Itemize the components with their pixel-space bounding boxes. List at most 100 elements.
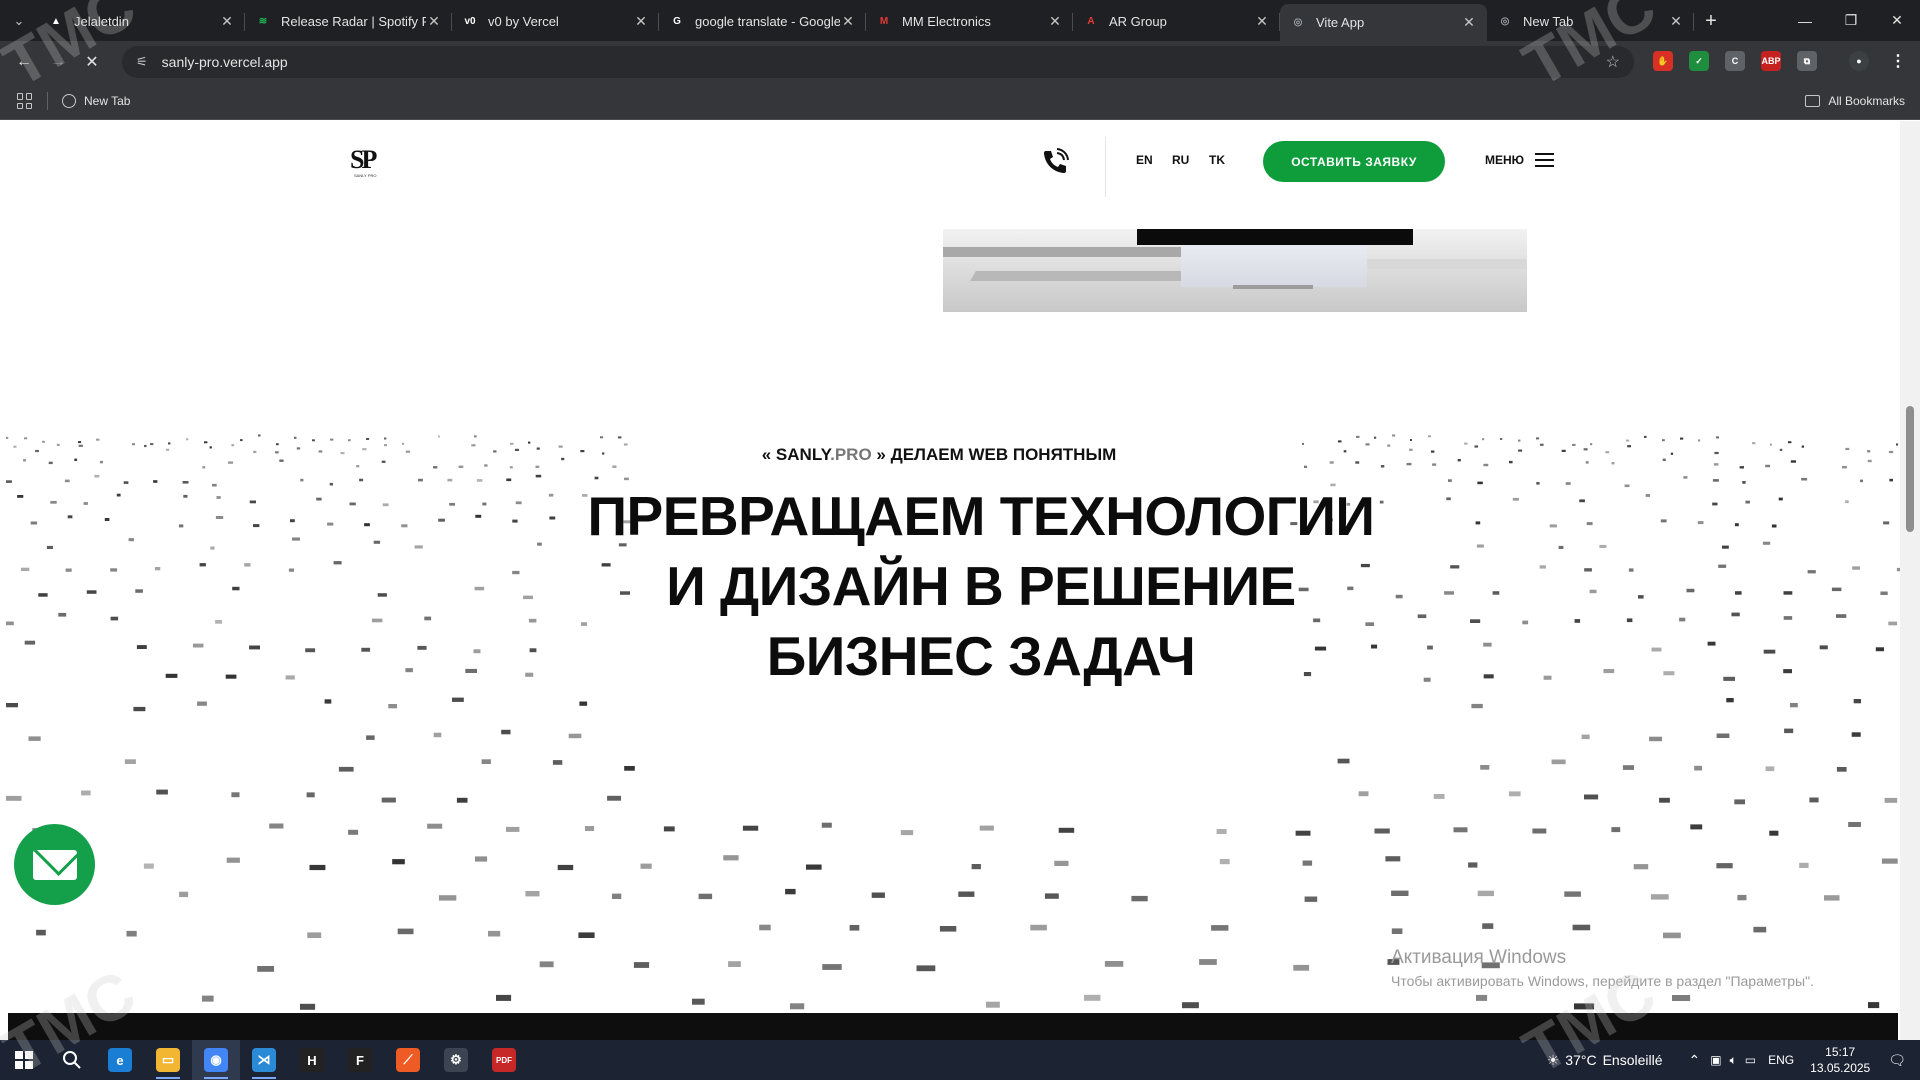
taskbar-app-button[interactable]: ▭: [144, 1040, 192, 1080]
all-bookmarks-button[interactable]: All Bookmarks: [1805, 94, 1905, 108]
grid-dot: [1663, 932, 1681, 939]
grid-dot: [1536, 437, 1540, 440]
search-button[interactable]: [48, 1040, 96, 1080]
grid-dot: [366, 735, 375, 740]
browser-tab[interactable]: ◎ Vite App ✕: [1280, 4, 1487, 41]
browser-tab[interactable]: ≋ Release Radar | Spotify Pl ✕: [245, 4, 452, 38]
tab-title: v0 by Vercel: [488, 13, 559, 29]
chevron-up-icon[interactable]: ⌃: [1689, 1052, 1701, 1069]
code-extension-icon[interactable]: C: [1725, 51, 1745, 71]
contact-mail-button[interactable]: [14, 824, 95, 905]
forward-button[interactable]: →: [44, 48, 72, 76]
scrollbar-thumb[interactable]: [1906, 406, 1914, 532]
grid-dot: [1851, 732, 1861, 737]
stop-loading-button[interactable]: ✕: [78, 48, 106, 76]
hamburger-menu-icon[interactable]: [1535, 153, 1554, 167]
grid-dot: [1622, 765, 1634, 770]
meet-now-icon[interactable]: ▣: [1710, 1053, 1721, 1067]
grid-dot: [640, 863, 652, 869]
weather-text[interactable]: Ensoleillé: [1603, 1052, 1663, 1068]
lang-ru[interactable]: RU: [1172, 153, 1189, 167]
browser-tab[interactable]: ▲ Jelaletdin ✕: [38, 4, 245, 38]
vscode-icon: ⋊: [252, 1048, 276, 1072]
tab-close-icon[interactable]: ✕: [1254, 13, 1270, 30]
taskbar-app-button[interactable]: e: [96, 1040, 144, 1080]
tab-close-icon[interactable]: ✕: [219, 13, 235, 30]
browser-tab[interactable]: v0 v0 by Vercel ✕: [452, 4, 659, 38]
tab-close-icon[interactable]: ✕: [1668, 13, 1684, 30]
bookmarks-divider: [47, 92, 48, 110]
abp-extension-icon[interactable]: ABP: [1761, 51, 1781, 71]
back-button[interactable]: ←: [10, 48, 38, 76]
language-indicator[interactable]: ENG: [1768, 1053, 1794, 1067]
grid-dot: [6, 703, 18, 708]
taskbar-app-button[interactable]: H: [288, 1040, 336, 1080]
grid-dot: [1358, 791, 1369, 797]
tab-title: Jelaletdin: [74, 13, 129, 29]
site-logo[interactable]: SP SANLY PRO: [350, 145, 386, 179]
tab-title: New Tab: [1523, 13, 1574, 29]
grid-dot: [600, 436, 604, 439]
grid-dot: [624, 766, 635, 771]
browser-menu-button[interactable]: ⋮: [1888, 51, 1908, 71]
grid-dot: [1216, 829, 1227, 834]
notification-icon[interactable]: 🗨︎: [1888, 1052, 1906, 1069]
grid-dot: [1881, 858, 1898, 864]
tab-close-icon[interactable]: ✕: [426, 13, 442, 30]
taskbar-app-button[interactable]: PDF: [480, 1040, 528, 1080]
site-info-icon[interactable]: ⚟: [136, 54, 148, 70]
browser-tab[interactable]: Ggoogle translate - Google ✕: [659, 4, 866, 38]
page-scrollbar[interactable]: [1900, 121, 1920, 1040]
tab-close-icon[interactable]: ✕: [840, 13, 856, 30]
browser-tab[interactable]: ◎ New Tab ✕: [1487, 4, 1694, 38]
taskbar-app-button[interactable]: ⚙: [432, 1040, 480, 1080]
submit-request-button[interactable]: ОСТАВИТЬ ЗАЯВКУ: [1263, 141, 1445, 182]
red-hand-extension-icon[interactable]: ✋: [1653, 51, 1673, 71]
tab-close-icon[interactable]: ✕: [1461, 14, 1477, 31]
bookmark-star-icon[interactable]: ☆: [1606, 52, 1620, 72]
tab-close-icon[interactable]: ✕: [1047, 13, 1063, 30]
apps-grid-icon[interactable]: [17, 93, 33, 109]
bookmark-new-tab[interactable]: New Tab: [62, 94, 130, 108]
volume-icon[interactable]: 🔈︎: [1730, 1053, 1737, 1068]
grid-dot: [1480, 765, 1490, 770]
envelope-icon: [32, 849, 77, 880]
shield-extension-icon[interactable]: ✓: [1689, 51, 1709, 71]
new-tab-button[interactable]: +: [1694, 4, 1728, 38]
minimize-button[interactable]: —: [1782, 0, 1828, 41]
grid-dot: [535, 465, 540, 468]
network-icon[interactable]: ▭: [1745, 1053, 1756, 1067]
lang-en[interactable]: EN: [1136, 153, 1153, 167]
start-button[interactable]: [0, 1040, 48, 1080]
menu-label[interactable]: МЕНЮ: [1485, 153, 1524, 167]
weather-icon[interactable]: ☀: [1547, 1052, 1560, 1069]
grid-dot: [958, 891, 975, 897]
close-window-button[interactable]: ✕: [1874, 0, 1920, 41]
phone-icon[interactable]: [1040, 147, 1070, 177]
taskbar-app-button[interactable]: ⟋: [384, 1040, 432, 1080]
browser-tab[interactable]: A AR Group ✕: [1073, 4, 1280, 38]
restore-button[interactable]: ❐: [1828, 0, 1874, 41]
tab-title: google translate - Google: [695, 13, 840, 29]
promo-image: [943, 229, 1527, 312]
weather-temp[interactable]: 37°C: [1565, 1052, 1596, 1068]
taskbar-app-button[interactable]: ◉: [192, 1040, 240, 1080]
logo-mark: SP: [350, 145, 377, 174]
grid-dot: [1842, 466, 1847, 469]
browser-tab[interactable]: M MM Electronics ✕: [866, 4, 1073, 38]
system-tray: ☀ 37°C Ensoleillé ⌃ ▣ 🔈︎ ▭ ENG 15:17 13.…: [1547, 1040, 1920, 1080]
address-bar[interactable]: ⚟ sanly-pro.vercel.app ☆: [122, 46, 1634, 78]
taskbar-app-button[interactable]: ⋊: [240, 1040, 288, 1080]
grid-dot: [1690, 824, 1703, 830]
tab-title: Release Radar | Spotify Pl: [281, 13, 426, 29]
grid-dot: [1581, 734, 1590, 740]
clock[interactable]: 15:17 13.05.2025: [1810, 1044, 1870, 1076]
profile-avatar[interactable]: ●: [1849, 51, 1869, 71]
grid-dot: [452, 697, 464, 702]
lang-tk[interactable]: TK: [1209, 153, 1225, 167]
tab-close-icon[interactable]: ✕: [633, 13, 649, 30]
monitor-stand: [1181, 245, 1367, 287]
puzzle-extension-icon[interactable]: ⧉: [1797, 51, 1817, 71]
tab-search-button[interactable]: ⌄: [0, 0, 38, 41]
taskbar-app-button[interactable]: F: [336, 1040, 384, 1080]
